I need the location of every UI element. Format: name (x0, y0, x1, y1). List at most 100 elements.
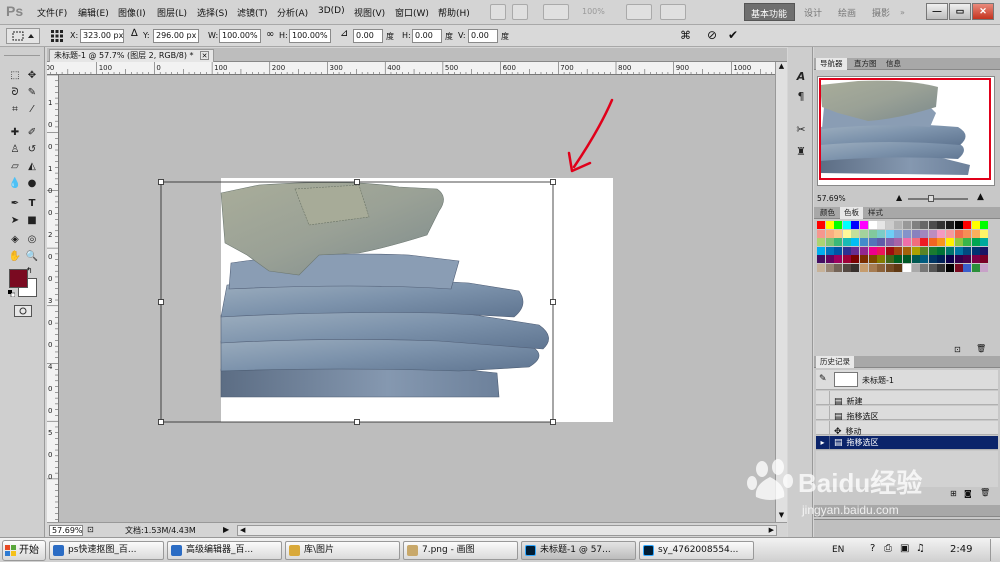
color-swatch[interactable] (911, 246, 920, 255)
tab-styles[interactable]: 样式 (864, 207, 887, 219)
tools-panel-grip[interactable] (4, 50, 40, 56)
color-swatch[interactable] (980, 229, 989, 238)
zoom-out-icon[interactable]: ▲ (896, 193, 902, 202)
v-skew-field[interactable]: 0.00 (468, 29, 498, 43)
history-brush-tool-icon[interactable]: ↺ (25, 143, 39, 157)
color-swatch[interactable] (868, 246, 877, 255)
taskbar-item-photoshop-1[interactable]: 未标题-1 @ 57... (521, 541, 636, 560)
transform-handle[interactable] (158, 179, 164, 185)
color-swatch[interactable] (937, 229, 946, 238)
color-swatch[interactable] (842, 264, 851, 272)
color-swatch[interactable] (885, 246, 894, 255)
color-swatch[interactable] (894, 264, 903, 272)
arrange-documents-button[interactable] (626, 4, 652, 20)
color-swatch[interactable] (920, 246, 929, 255)
color-swatch[interactable] (860, 255, 868, 264)
menu-edit[interactable]: 编辑(E) (78, 6, 109, 19)
scroll-right-icon[interactable]: ▶ (769, 526, 774, 534)
workspace-design[interactable]: 设计 (798, 3, 828, 21)
color-swatch[interactable] (937, 221, 946, 229)
workspace-essentials[interactable]: 基本功能 (744, 3, 795, 21)
color-swatch[interactable] (946, 238, 954, 247)
menu-image[interactable]: 图像(I) (118, 6, 146, 19)
cancel-transform-icon[interactable]: ⊘ (707, 29, 721, 43)
canvas-area[interactable] (59, 75, 775, 522)
color-swatch[interactable] (971, 221, 980, 229)
scroll-up-icon[interactable]: ▲ (777, 62, 786, 72)
tab-histogram[interactable]: 直方图 (850, 58, 881, 70)
document-close-icon[interactable]: ✕ (200, 51, 210, 60)
status-menu-icon[interactable]: ▶ (223, 525, 233, 535)
color-swatch[interactable] (903, 246, 911, 255)
eyedropper-tool-icon[interactable]: ⁄ (25, 103, 39, 117)
angle-field[interactable]: 0.00 (353, 29, 383, 43)
delete-state-icon[interactable]: 🗑 (980, 488, 990, 497)
color-swatch[interactable] (894, 255, 903, 264)
color-swatch[interactable] (980, 246, 989, 255)
height-field[interactable]: 100.00% (289, 29, 331, 43)
path-selection-tool-icon[interactable]: ➤ (8, 214, 22, 228)
dodge-tool-icon[interactable]: ● (25, 177, 39, 191)
transform-handle[interactable] (354, 179, 360, 185)
menu-analysis[interactable]: 分析(A) (277, 6, 308, 19)
color-swatch[interactable] (860, 229, 868, 238)
color-swatch[interactable] (851, 246, 860, 255)
color-swatch[interactable] (834, 238, 843, 247)
color-swatch[interactable] (946, 221, 954, 229)
color-swatch[interactable] (963, 246, 972, 255)
history-item-new[interactable]: ▤ 新建 (816, 391, 998, 407)
status-options-icon[interactable]: ⊡ (87, 525, 97, 535)
taskbar-clock[interactable]: 2:49 (950, 544, 972, 555)
new-swatch-icon[interactable]: ⊡ (954, 345, 961, 354)
color-swatch[interactable] (971, 238, 980, 247)
tab-history[interactable]: 历史记录 (816, 356, 854, 368)
lasso-tool-icon[interactable]: ᘐ (8, 86, 22, 100)
3d-rotate-tool-icon[interactable]: ◈ (8, 233, 22, 247)
tab-color[interactable]: 颜色 (816, 207, 839, 219)
color-swatch[interactable] (877, 264, 886, 272)
color-swatch[interactable] (894, 229, 903, 238)
color-swatch[interactable] (963, 264, 972, 272)
reference-point-icon[interactable] (50, 29, 64, 43)
color-swatch[interactable] (868, 255, 877, 264)
color-swatch[interactable] (885, 264, 894, 272)
more-workspaces-icon[interactable]: » (900, 8, 905, 17)
color-swatch[interactable] (851, 229, 860, 238)
color-swatch[interactable] (834, 255, 843, 264)
delete-swatch-icon[interactable]: 🗑 (976, 344, 986, 353)
tray-help-icon[interactable]: ? (870, 543, 875, 554)
color-swatch[interactable] (825, 229, 834, 238)
history-snapshot-row[interactable]: ✎ 未标题-1 (816, 370, 998, 390)
color-swatch[interactable] (894, 238, 903, 247)
default-colors-icon[interactable] (8, 290, 16, 298)
zoom-level-dropdown[interactable]: 100% (582, 7, 605, 16)
color-swatch[interactable] (971, 246, 980, 255)
color-swatch[interactable] (963, 238, 972, 247)
color-swatch[interactable] (877, 255, 886, 264)
color-swatch[interactable] (971, 255, 980, 264)
color-swatch[interactable] (911, 229, 920, 238)
tool-preset-picker[interactable] (6, 28, 40, 44)
history-item-move[interactable]: ✥ 移动 (816, 421, 998, 437)
menu-filter[interactable]: 滤镜(T) (237, 6, 268, 19)
taskbar-item-photoshop-2[interactable]: sy_4762008554... (639, 541, 754, 560)
marquee-tool-icon[interactable]: ⬚ (8, 69, 22, 83)
color-swatch[interactable] (963, 255, 972, 264)
history-state-marker-icon[interactable]: ▸ (816, 436, 830, 449)
color-swatch[interactable] (954, 229, 963, 238)
h-skew-field[interactable]: 0.00 (412, 29, 442, 43)
color-swatch[interactable] (980, 264, 989, 272)
transform-handle[interactable] (158, 299, 164, 305)
taskbar-item-library[interactable]: 库\图片 (285, 541, 400, 560)
width-field[interactable]: 100.00% (219, 29, 261, 43)
color-swatch[interactable] (911, 238, 920, 247)
color-swatch[interactable] (817, 238, 825, 247)
brush-tool-icon[interactable]: ✐ (25, 126, 39, 140)
history-item-drag-selection-current[interactable]: ▸ ▤ 拖移选区 (816, 436, 998, 450)
color-swatch[interactable] (911, 255, 920, 264)
color-swatch[interactable] (851, 221, 860, 229)
tray-volume-icon[interactable]: ♫ (916, 543, 925, 554)
tray-network-icon[interactable]: ▣ (900, 543, 909, 554)
transform-handle[interactable] (550, 299, 556, 305)
color-swatch[interactable] (963, 229, 972, 238)
